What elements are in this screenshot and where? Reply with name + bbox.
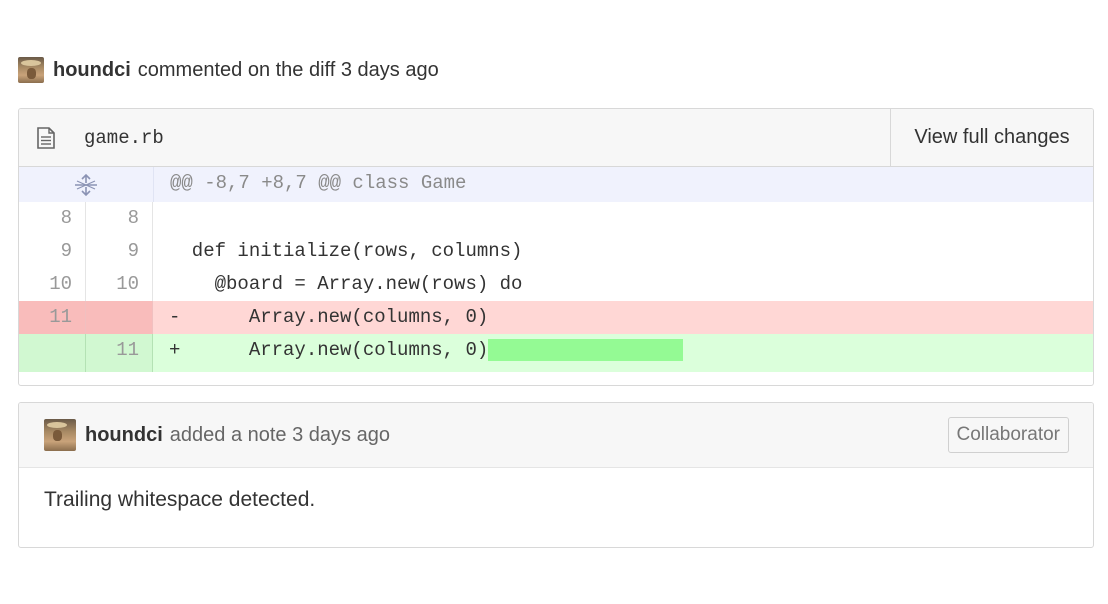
new-line-number[interactable]: 11	[86, 334, 153, 372]
diff-marker: -	[169, 306, 181, 328]
file-name[interactable]: game.rb	[84, 127, 164, 149]
file-info: game.rb	[19, 109, 890, 166]
line-note: houndci added a note 3 days ago Collabor…	[18, 402, 1094, 548]
code-line: def initialize(rows, columns)	[153, 235, 1093, 268]
new-line-number[interactable]	[86, 301, 153, 334]
deleted-line: 11 - Array.new(columns, 0)	[19, 301, 1093, 334]
user-avatar[interactable]	[44, 419, 76, 451]
hunk-header-row: @@ -8,7 +8,7 @@ class Game	[19, 167, 1093, 202]
code-line: @board = Array.new(rows) do	[153, 268, 1093, 301]
new-line-number[interactable]: 8	[86, 202, 153, 235]
code-text: Array.new(columns, 0)	[180, 339, 489, 361]
note-action-text: added a note 3 days ago	[169, 423, 390, 446]
username-link[interactable]: houndci	[85, 424, 163, 447]
code-text: Array.new(columns, 0)	[180, 306, 489, 328]
note-header: houndci added a note 3 days ago Collabor…	[19, 403, 1093, 468]
code-text: def initialize(rows, columns)	[169, 240, 523, 262]
hunk-header-text: @@ -8,7 +8,7 @@ class Game	[170, 172, 467, 194]
code-line: - Array.new(columns, 0)	[153, 301, 1093, 334]
code-text: @board = Array.new(rows) do	[169, 273, 523, 295]
trailing-whitespace-highlight	[488, 338, 684, 361]
new-line-number[interactable]: 10	[86, 268, 153, 301]
file-text-icon	[37, 126, 55, 149]
old-line-number[interactable]: 8	[19, 202, 86, 235]
old-line-number[interactable]: 11	[19, 301, 86, 334]
note-body: Trailing whitespace detected.	[44, 488, 316, 511]
collaborator-badge: Collaborator	[947, 417, 1069, 453]
diff-line: 10 10 @board = Array.new(rows) do	[19, 268, 1093, 301]
expand-lines-icon[interactable]	[19, 167, 154, 202]
old-line-number[interactable]	[19, 334, 86, 372]
old-line-number[interactable]: 10	[19, 268, 86, 301]
code-line: + Array.new(columns, 0)	[153, 334, 1093, 372]
file-diff: game.rb View full changes @@ -8,7 +8,7 @…	[18, 108, 1094, 386]
added-line: 11 + Array.new(columns, 0)	[19, 334, 1093, 372]
file-header: game.rb View full changes	[19, 109, 1093, 167]
comment-action-text: commented on the diff 3 days ago	[137, 58, 439, 81]
diff-marker: +	[169, 339, 181, 361]
user-avatar[interactable]	[18, 57, 44, 83]
old-line-number[interactable]: 9	[19, 235, 86, 268]
view-full-changes-button[interactable]: View full changes	[890, 109, 1093, 166]
new-line-number[interactable]: 9	[86, 235, 153, 268]
diff-comment-header: houndci commented on the diff 3 days ago	[18, 56, 439, 84]
diff-line: 8 8	[19, 202, 1093, 235]
username-link[interactable]: houndci	[53, 59, 131, 82]
diff-line: 9 9 def initialize(rows, columns)	[19, 235, 1093, 268]
